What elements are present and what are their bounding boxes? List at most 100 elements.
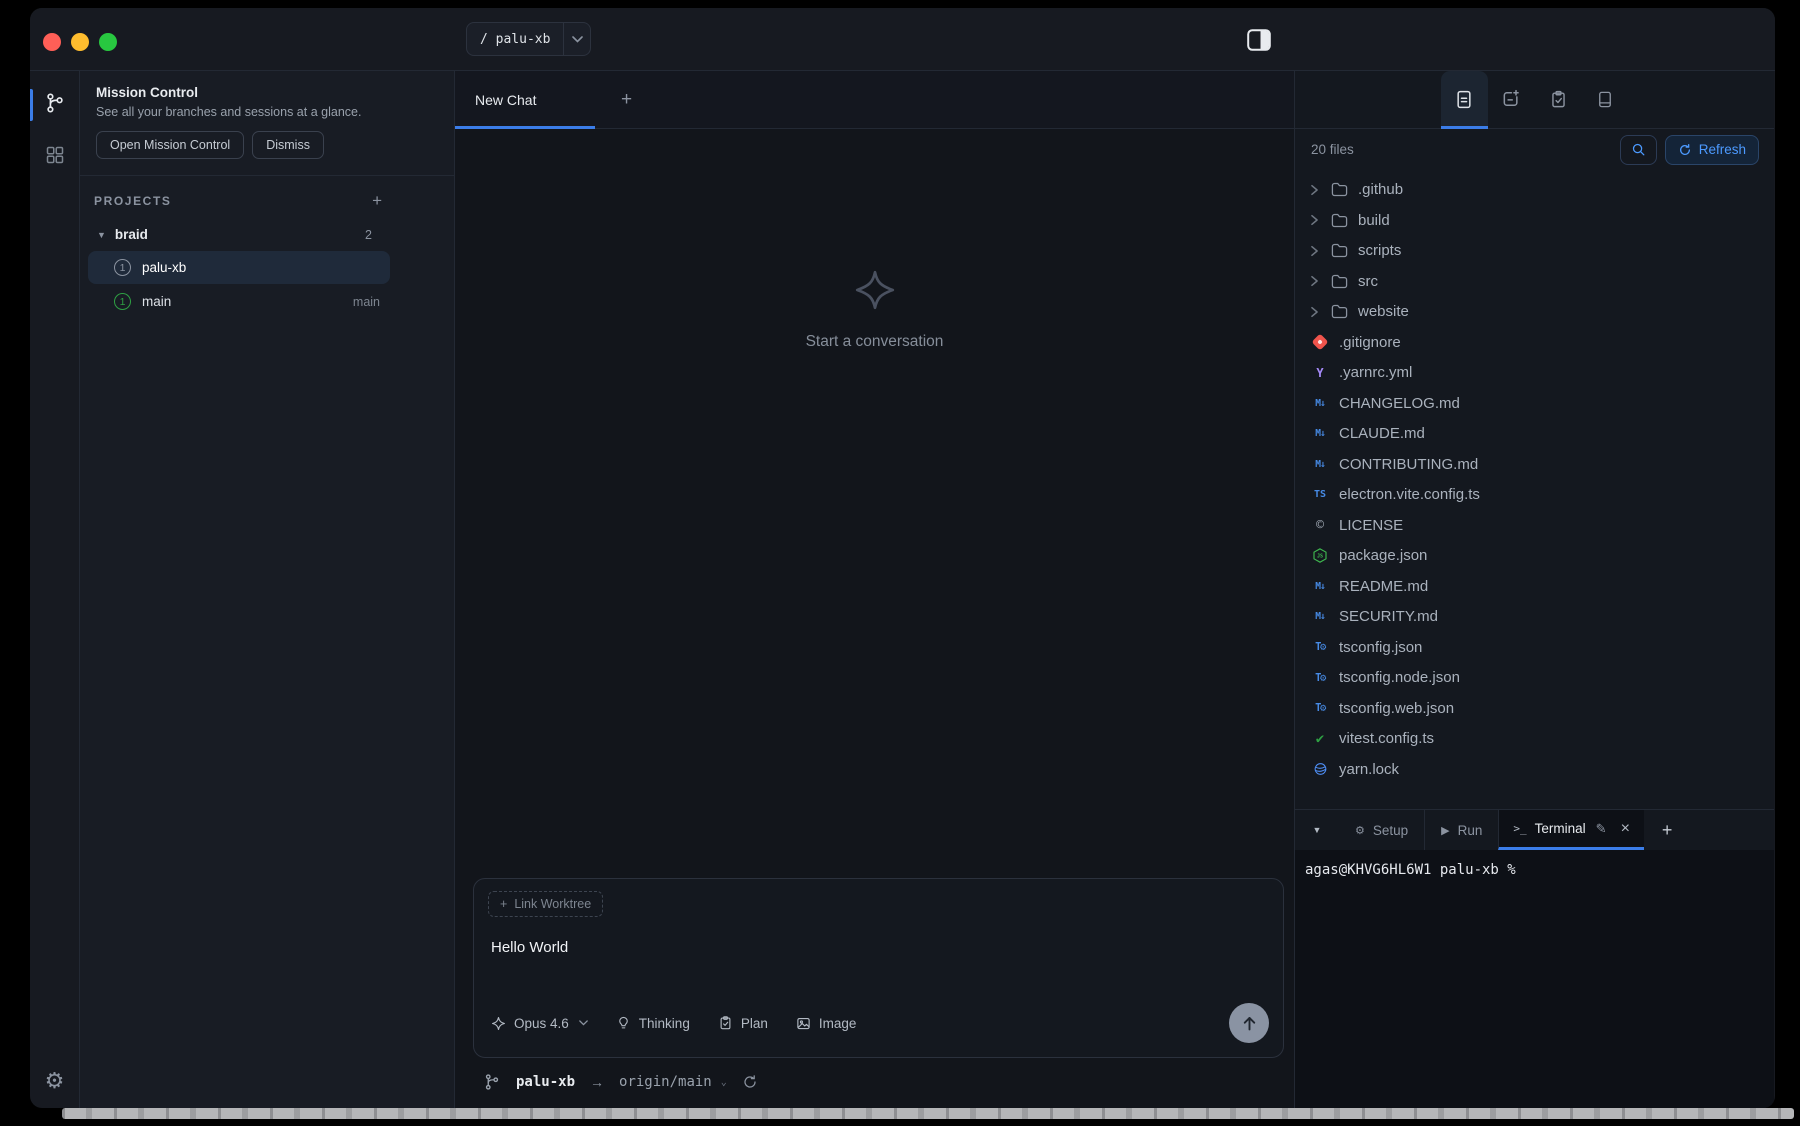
active-view-indicator [30, 89, 33, 121]
terminal-output[interactable]: agas@KHVG6HL6W1 palu-xb % [1295, 850, 1774, 1108]
zoom-window-button[interactable] [99, 33, 117, 51]
branch-count: 2 [365, 227, 372, 242]
plan-toggle[interactable]: Plan [718, 1015, 768, 1031]
folder-name: website [1358, 303, 1409, 321]
search-files-button[interactable] [1619, 134, 1657, 165]
chevron-down-icon: ▼ [1312, 825, 1322, 835]
remote-branch-selector[interactable]: origin/main ⌄ [619, 1074, 727, 1090]
folder-name: build [1358, 211, 1390, 229]
tab-run[interactable]: ▶ Run [1424, 810, 1498, 850]
chevron-down-icon: ⌄ [720, 1076, 727, 1088]
close-icon[interactable]: × [1621, 820, 1630, 838]
tab-new-chat[interactable]: New Chat [455, 71, 595, 129]
file-row[interactable]: T⚙ tsconfig.web.json [1295, 693, 1774, 724]
rail-item-mission-control[interactable] [45, 145, 65, 165]
current-branch[interactable]: palu-xb [516, 1074, 575, 1090]
mission-control-description: See all your branches and sessions at a … [96, 105, 362, 119]
folder-row[interactable]: website [1295, 297, 1774, 328]
markdown-icon: M↓ [1315, 397, 1325, 409]
folder-icon [1331, 243, 1349, 258]
empty-state: Start a conversation [455, 267, 1294, 351]
file-row[interactable]: TS electron.vite.config.ts [1295, 480, 1774, 511]
link-worktree-button[interactable]: + Link Worktree [488, 891, 604, 917]
close-window-button[interactable] [43, 33, 61, 51]
open-mission-control-button[interactable]: Open Mission Control [96, 131, 245, 159]
branch-row[interactable]: 1 main main [88, 285, 390, 318]
rename-terminal-icon[interactable]: ✎ [1596, 821, 1607, 837]
toggle-right-panel-button[interactable] [1246, 28, 1272, 52]
file-row[interactable]: JS package.json [1295, 541, 1774, 572]
branch-row[interactable]: 1 palu-xb [88, 251, 390, 284]
files-header: 20 files Refresh [1295, 129, 1774, 171]
new-chat-tab-button[interactable]: + [621, 89, 632, 111]
markdown-icon: M↓ [1315, 458, 1325, 470]
terminal-tabbar: ▼ ⚙ Setup ▶ Run >_ Terminal ✎ × + [1295, 810, 1774, 850]
file-row[interactable]: M↓ SECURITY.md [1295, 602, 1774, 633]
refresh-icon[interactable] [742, 1074, 758, 1090]
collapse-terminal-button[interactable]: ▼ [1295, 810, 1339, 850]
tab-tasks[interactable] [1535, 71, 1582, 128]
clipboard-check-icon [1551, 90, 1565, 108]
model-selector[interactable]: Opus 4.6 [491, 1016, 588, 1031]
node-package-icon: JS [1310, 547, 1330, 564]
send-button[interactable] [1229, 1003, 1269, 1043]
file-row[interactable]: ✔ vitest.config.ts [1295, 724, 1774, 755]
add-project-button[interactable]: + [372, 192, 382, 209]
rail-item-branches[interactable] [44, 91, 66, 115]
folder-row[interactable]: src [1295, 266, 1774, 297]
tab-docs[interactable] [1582, 71, 1629, 128]
file-row[interactable]: yarn.lock [1295, 754, 1774, 785]
file-row[interactable]: © LICENSE [1295, 510, 1774, 541]
refresh-button[interactable]: Refresh [1664, 134, 1759, 165]
file-name: vitest.config.ts [1339, 730, 1435, 748]
tab-changes[interactable] [1488, 71, 1535, 128]
chat-tabbar: New Chat + [455, 71, 1294, 129]
chevron-down-icon[interactable] [563, 23, 590, 55]
message-input[interactable]: Hello World [491, 939, 568, 956]
file-row[interactable]: M↓ README.md [1295, 571, 1774, 602]
folder-row[interactable]: scripts [1295, 236, 1774, 267]
message-composer[interactable]: + Link Worktree Hello World Opus 4.6 Thi… [473, 878, 1284, 1058]
search-icon [1632, 144, 1645, 156]
dismiss-button[interactable]: Dismiss [252, 131, 324, 159]
branch-status-bar: palu-xb → origin/main ⌄ [483, 1065, 758, 1099]
file-count: 20 files [1311, 142, 1354, 158]
folder-icon [1331, 304, 1349, 319]
folder-row[interactable]: build [1295, 205, 1774, 236]
folder-name: src [1358, 272, 1378, 290]
file-row[interactable]: Y .yarnrc.yml [1295, 358, 1774, 389]
file-row[interactable]: M↓ CHANGELOG.md [1295, 388, 1774, 419]
file-row[interactable]: T⚙ tsconfig.json [1295, 632, 1774, 663]
tab-setup[interactable]: ⚙ Setup [1339, 810, 1424, 850]
settings-button[interactable]: ⚙ [45, 1070, 65, 1092]
image-icon [797, 1017, 810, 1029]
arrow-right-icon: → [590, 1074, 605, 1090]
minimize-window-button[interactable] [71, 33, 89, 51]
svg-text:JS: JS [1317, 554, 1323, 560]
tab-files[interactable] [1440, 71, 1488, 129]
branch-name: palu-xb [142, 260, 187, 275]
markdown-icon: M↓ [1315, 611, 1325, 623]
new-terminal-button[interactable]: + [1662, 810, 1673, 850]
folder-row[interactable]: .github [1295, 175, 1774, 206]
chevron-right-icon [1310, 214, 1322, 226]
caret-down-icon: ▼ [97, 229, 106, 240]
thinking-toggle[interactable]: Thinking [616, 1015, 690, 1031]
traffic-lights [43, 33, 117, 51]
projects-list: ▼ braid 2 1 palu-xb 1 main main [80, 219, 454, 318]
branch-selector-pill[interactable]: / palu-xb [466, 22, 592, 56]
folder-name: scripts [1358, 242, 1402, 260]
branch-pill-label: / palu-xb [480, 31, 551, 47]
file-name: CHANGELOG.md [1339, 394, 1460, 412]
gear-icon: ⚙ [1355, 824, 1365, 837]
file-row[interactable]: .gitignore [1295, 327, 1774, 358]
file-row[interactable]: M↓ CONTRIBUTING.md [1295, 449, 1774, 480]
project-group-row[interactable]: ▼ braid 2 [80, 219, 454, 250]
tab-terminal[interactable]: >_ Terminal ✎ × [1498, 810, 1644, 850]
markdown-icon: M↓ [1315, 428, 1325, 440]
file-row[interactable]: T⚙ tsconfig.node.json [1295, 663, 1774, 694]
attach-image-button[interactable]: Image [796, 1016, 856, 1031]
empty-state-text: Start a conversation [805, 333, 944, 350]
git-branch-icon [485, 1074, 499, 1090]
file-row[interactable]: M↓ CLAUDE.md [1295, 419, 1774, 450]
